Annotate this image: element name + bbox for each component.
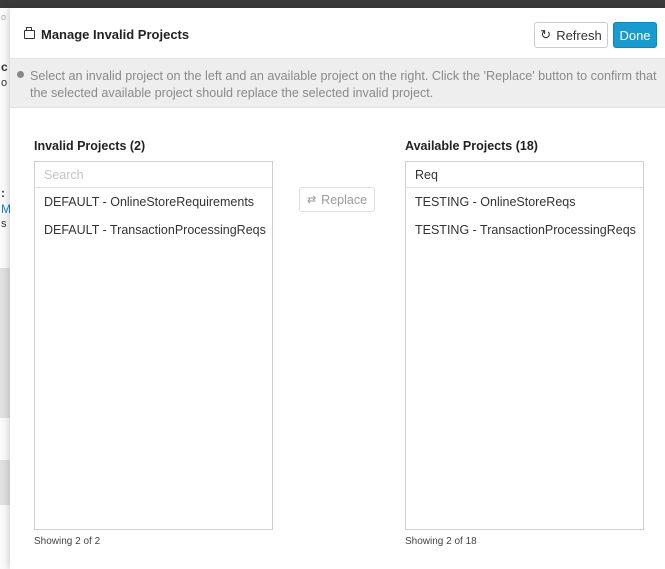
invalid-projects-title: Invalid Projects (2) [34,139,146,153]
available-project-item[interactable]: TESTING - OnlineStoreReqs [406,188,643,216]
available-projects-title: Available Projects (18) [405,139,538,153]
background-text-fragment: : [1,186,5,200]
invalid-project-item[interactable]: DEFAULT - OnlineStoreRequirements [35,188,272,216]
info-bar: Select an invalid project on the left an… [10,59,665,108]
available-projects-count: Showing 2 of 18 [405,536,477,547]
background-topbar [0,0,665,8]
dialog-header: Manage Invalid Projects ↻ Refresh Done [10,8,665,59]
invalid-projects-search-input[interactable] [35,162,272,188]
background-text-fragment: c [1,60,8,74]
invalid-projects-count: Showing 2 of 2 [34,536,101,547]
invalid-projects-list: DEFAULT - OnlineStoreRequirements DEFAUL… [35,188,272,244]
info-circle-icon [17,71,24,78]
invalid-projects-panel: DEFAULT - OnlineStoreRequirements DEFAUL… [34,161,273,530]
dialog-title: Manage Invalid Projects [24,27,189,42]
manage-invalid-projects-dialog: Manage Invalid Projects ↻ Refresh Done S… [10,8,665,569]
background-text-fragment: o [1,77,8,89]
replace-button-label: Replace [321,192,368,207]
done-button[interactable]: Done [613,22,657,48]
background-panel [0,460,10,505]
window-restore-icon [24,27,35,39]
refresh-button[interactable]: ↻ Refresh [534,22,608,48]
refresh-button-label: Refresh [556,27,602,43]
info-text: Select an invalid project on the left an… [30,69,657,100]
background-panel [0,268,10,418]
available-project-item[interactable]: TESTING - TransactionProcessingReqs [406,216,643,244]
invalid-project-item[interactable]: DEFAULT - TransactionProcessingReqs [35,216,272,244]
available-projects-panel: TESTING - OnlineStoreReqs TESTING - Tran… [405,161,644,530]
available-projects-list: TESTING - OnlineStoreReqs TESTING - Tran… [406,188,643,244]
dialog-title-text: Manage Invalid Projects [41,27,190,42]
background-text-fragment: s [1,218,7,230]
available-projects-search-input[interactable] [406,162,643,188]
background-text-fragment: o [1,12,7,22]
refresh-icon: ↻ [540,27,552,42]
replace-button[interactable]: ⇄ Replace [299,187,375,212]
swap-arrows-icon: ⇄ [306,194,317,206]
